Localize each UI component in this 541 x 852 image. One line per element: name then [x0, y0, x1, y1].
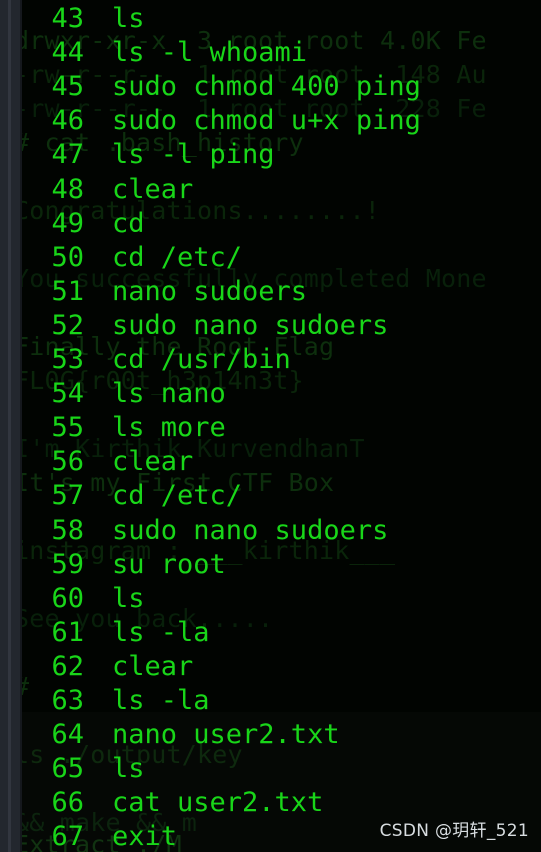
history-row: 59 su root	[0, 548, 541, 582]
history-command: sudo nano sudoers	[112, 514, 389, 546]
history-row: 55 ls more	[0, 411, 541, 445]
history-command: ls	[112, 753, 145, 785]
history-command: cat user2.txt	[112, 787, 324, 819]
history-command: ls -la	[112, 616, 210, 648]
history-row: 63 ls -la	[0, 684, 541, 718]
history-command: nano sudoers	[112, 275, 308, 307]
history-row: 50 cd /etc/	[0, 241, 541, 275]
history-row: 66 cat user2.txt	[0, 786, 541, 820]
history-command: ls more	[112, 412, 226, 444]
history-command: clear	[112, 650, 194, 682]
history-command: ls -la	[112, 685, 210, 716]
history-row: 62 clear	[0, 650, 541, 684]
history-command: sudo chmod 400 ping	[112, 71, 421, 103]
history-row: 47 ls -l ping	[0, 138, 541, 172]
history-command: ls -l ping	[112, 139, 275, 171]
history-row: 44 ls -l whoami	[0, 36, 541, 70]
history-row: 49 cd	[0, 207, 541, 241]
history-command: sudo nano sudoers	[112, 309, 389, 341]
gutter-edge-divider	[20, 0, 22, 852]
history-list: 43 ls 44 ls -l whoami 45 sudo chmod 400 ping 4…	[0, 0, 541, 852]
history-row: 64 nano user2.txt	[0, 718, 541, 752]
history-command: ls -l whoami	[112, 37, 308, 69]
history-row: 45 sudo chmod 400 ping	[0, 70, 541, 104]
history-row: 58 sudo nano sudoers	[0, 514, 541, 548]
history-command: cd	[112, 207, 145, 239]
history-row: 65 ls	[0, 752, 541, 786]
history-row: 46 sudo chmod u+x ping	[0, 104, 541, 138]
window-left-gutter[interactable]	[0, 0, 22, 852]
history-command: cd /etc/	[112, 241, 243, 273]
history-row: 52 sudo nano sudoers	[0, 309, 541, 343]
history-row: 48 clear	[0, 173, 541, 207]
history-row: 54 ls nano	[0, 377, 541, 411]
history-row: 56 clear	[0, 445, 541, 479]
history-command: sudo chmod u+x ping	[112, 105, 421, 137]
history-command: su root	[112, 548, 226, 580]
history-command: ls	[112, 582, 145, 614]
scrollbar-track[interactable]	[8, 0, 11, 852]
history-row: 57 cd /etc/	[0, 479, 541, 513]
history-command: cd /usr/bin	[112, 344, 291, 375]
history-command: exit	[112, 821, 178, 852]
history-command: clear	[112, 446, 194, 478]
history-row: 53 cd /usr/bin	[0, 343, 541, 377]
history-row: 43 ls	[0, 2, 541, 36]
history-command: ls	[112, 3, 145, 34]
history-command: ls nano	[112, 378, 226, 410]
terminal-window: drwxr-xr-x 3 root root 4.0K Fe -rw-r--r--…	[0, 0, 541, 852]
history-row: 61 ls -la	[0, 616, 541, 650]
history-command: cd /etc/	[112, 480, 243, 512]
csdn-watermark: CSDN @玥轩_521	[379, 821, 529, 841]
history-command: nano user2.txt	[112, 719, 340, 751]
history-row: 60 ls	[0, 582, 541, 616]
history-row: 51 nano sudoers	[0, 275, 541, 309]
history-command: clear	[112, 173, 194, 205]
